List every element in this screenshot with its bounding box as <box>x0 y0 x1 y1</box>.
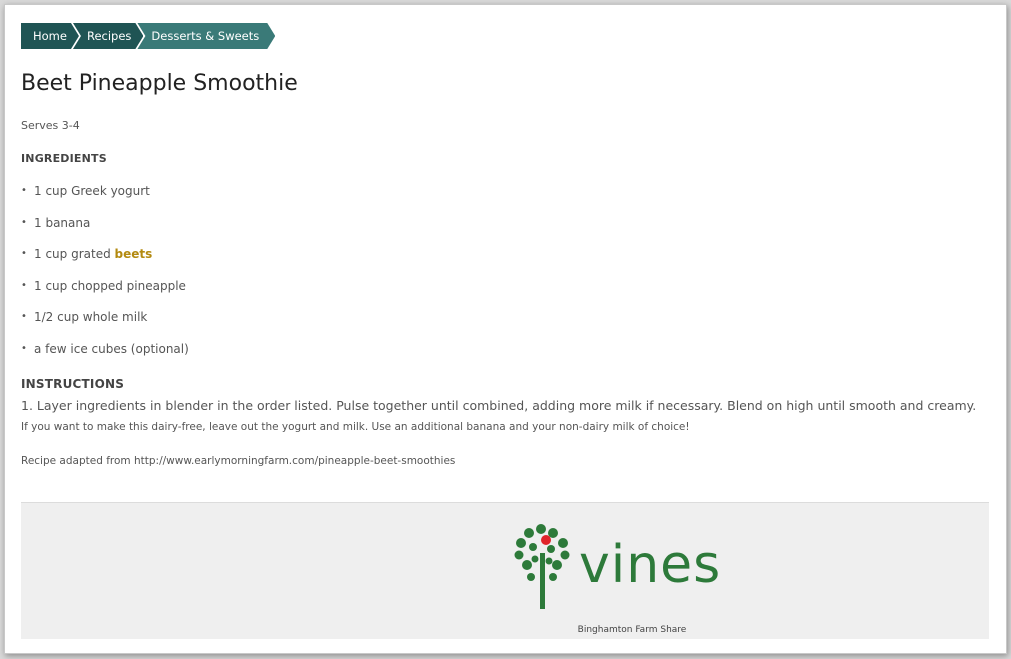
list-item: 1/2 cup whole milk <box>21 309 189 341</box>
list-item: 1 banana <box>21 215 189 247</box>
ingredients-heading: INGREDIENTS <box>21 152 107 165</box>
beets-link[interactable]: beets <box>115 247 153 261</box>
list-item: 1 cup chopped pineapple <box>21 278 189 310</box>
instructions-text: 1. Layer ingredients in blender in the o… <box>21 398 977 413</box>
instructions-heading: INSTRUCTIONS <box>21 377 125 391</box>
list-item: a few ice cubes (optional) <box>21 341 189 373</box>
ingredient-text: 1 cup Greek yogurt <box>34 184 150 198</box>
page-frame: Home Recipes Desserts & Sweets Beet Pine… <box>4 4 1007 654</box>
serves-text: Serves 3-4 <box>21 119 80 132</box>
tree-logo-icon <box>514 524 570 609</box>
dairy-free-note: If you want to make this dairy-free, lea… <box>21 421 690 433</box>
ingredients-list: 1 cup Greek yogurt 1 banana 1 cup grated… <box>21 183 189 373</box>
ingredient-text: 1 cup chopped pineapple <box>34 278 186 293</box>
page-title: Beet Pineapple Smoothie <box>21 71 298 96</box>
breadcrumb-home[interactable]: Home <box>21 23 79 49</box>
ingredient-text: 1 cup grated <box>34 247 115 262</box>
breadcrumb-recipes[interactable]: Recipes <box>73 23 143 49</box>
vines-logo-text: vines <box>579 535 722 595</box>
ingredient-text: a few ice cubes (optional) <box>34 341 189 356</box>
footer-tagline: Binghamton Farm Share <box>577 625 687 635</box>
ingredient-text: 1 banana <box>34 215 91 230</box>
list-item: 1 cup grated beets <box>21 246 189 278</box>
recipe-source: Recipe adapted from http://www.earlymorn… <box>21 455 456 467</box>
list-item: 1 cup Greek yogurt <box>21 183 189 215</box>
breadcrumb: Home Recipes Desserts & Sweets <box>21 23 269 49</box>
breadcrumb-desserts-sweets[interactable]: Desserts & Sweets <box>137 23 275 49</box>
footer: vines Binghamton Farm Share <box>21 502 989 639</box>
ingredient-text: 1/2 cup whole milk <box>34 310 148 325</box>
